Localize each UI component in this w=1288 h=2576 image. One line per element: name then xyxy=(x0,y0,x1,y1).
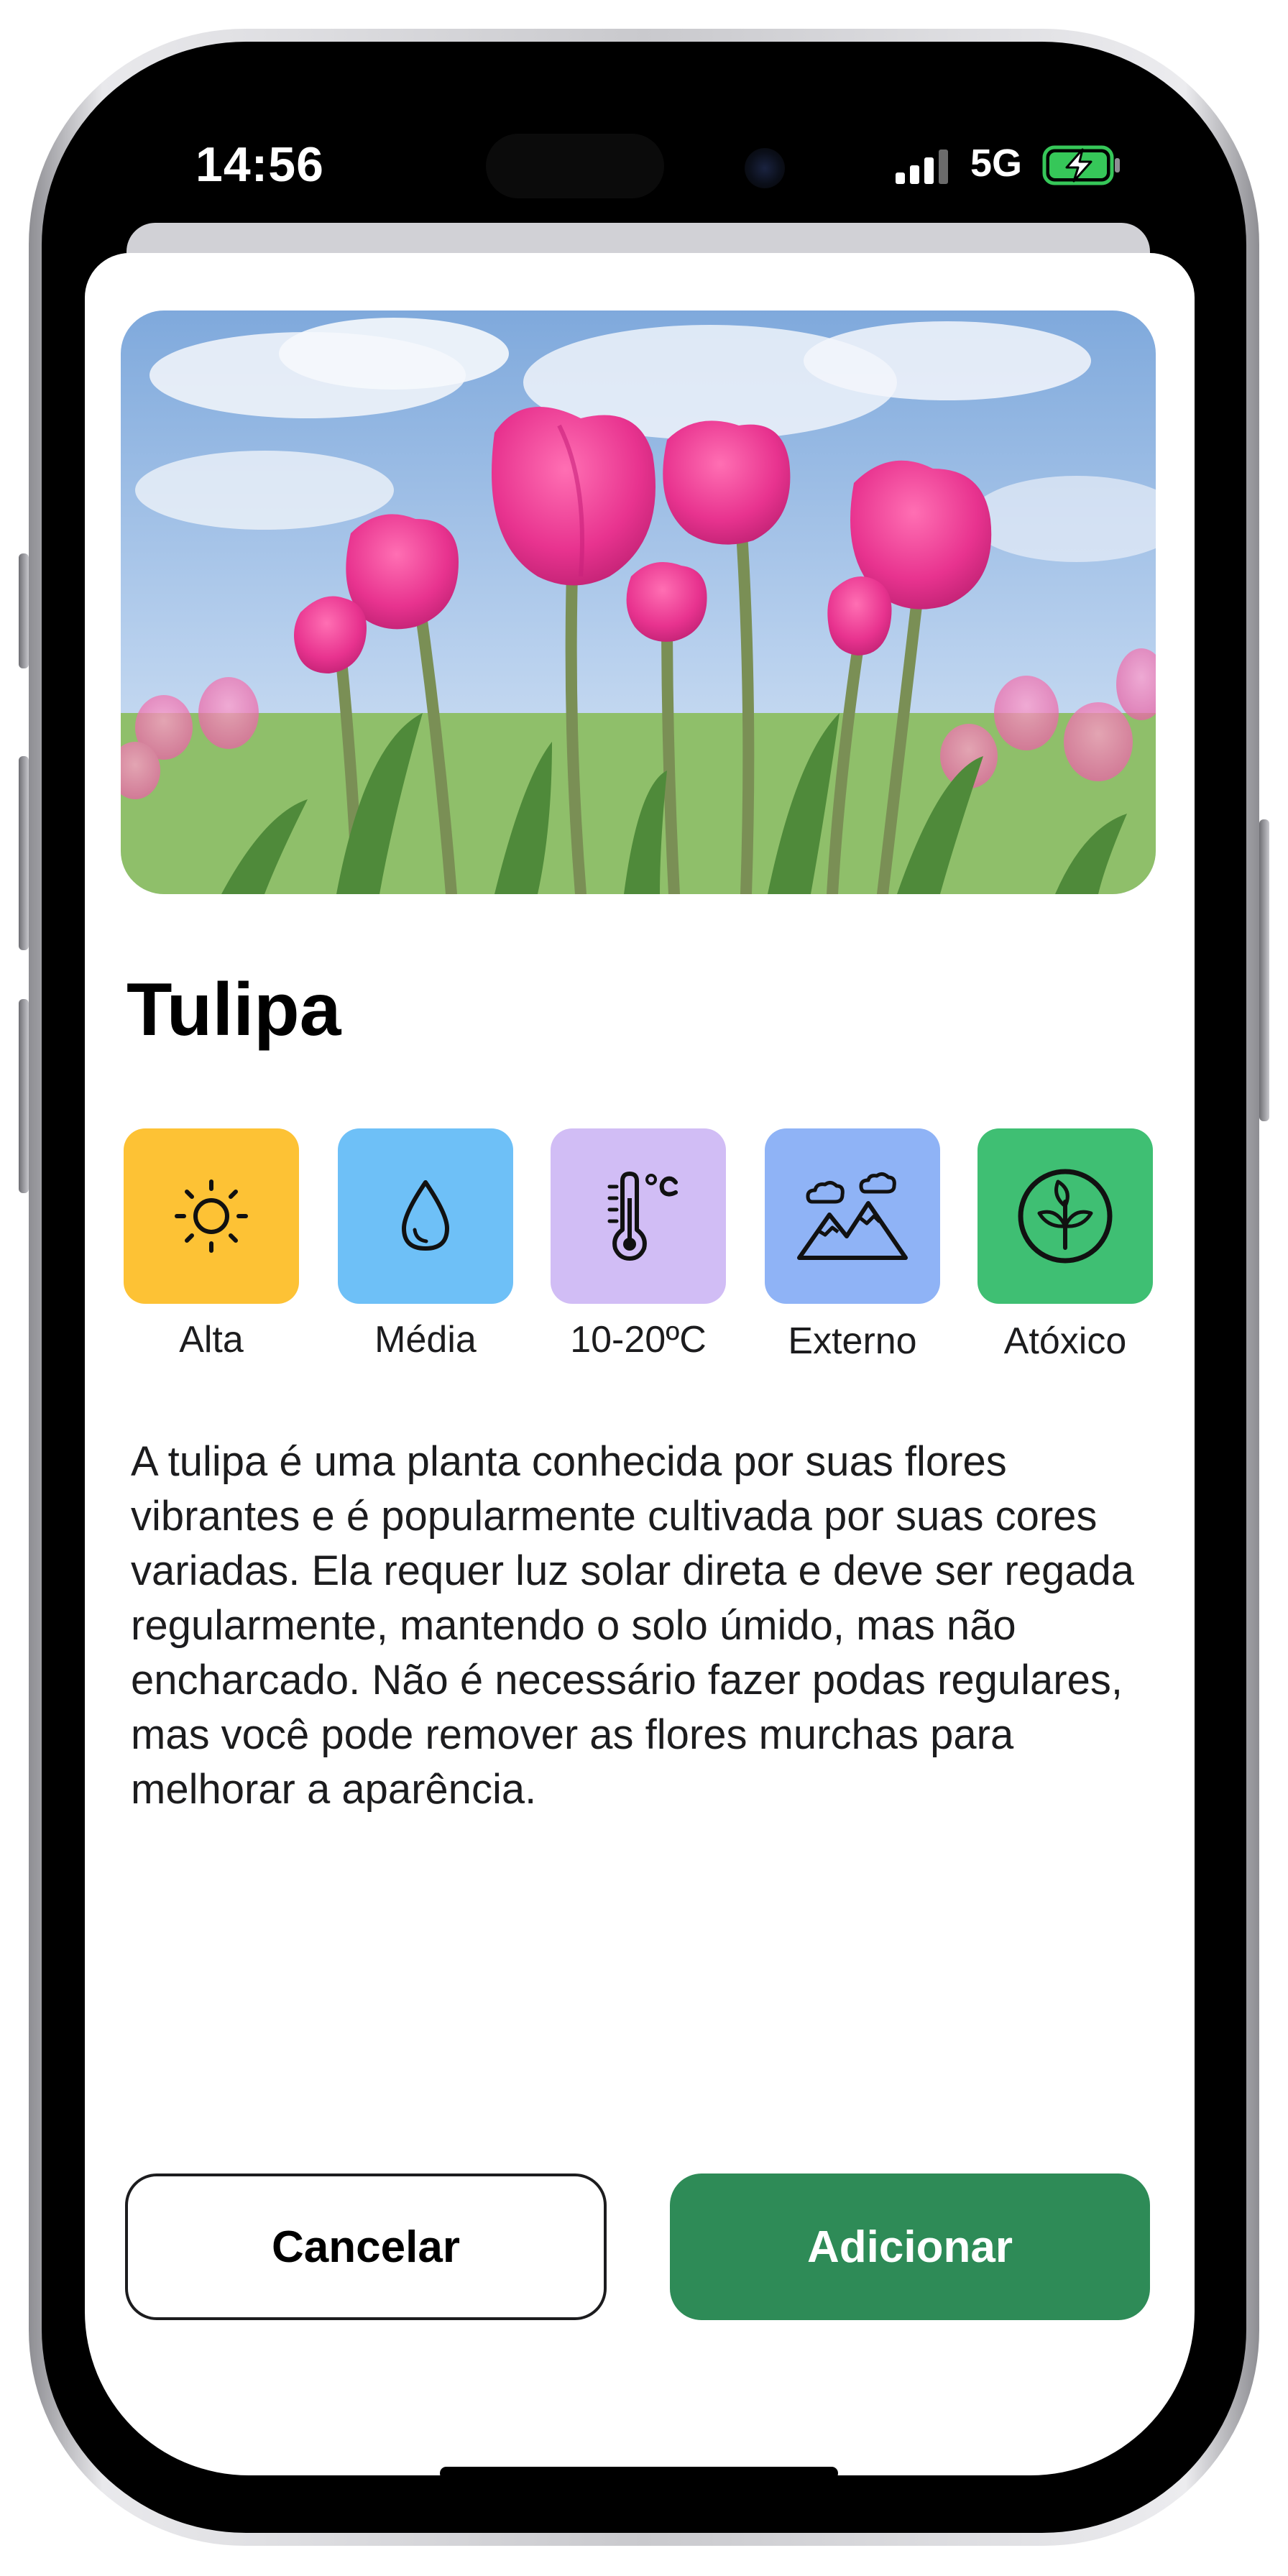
plant-name: Tulipa xyxy=(126,968,341,1052)
power-button xyxy=(1259,819,1269,1121)
sun-icon xyxy=(175,1179,248,1253)
home-indicator[interactable] xyxy=(440,2467,838,2480)
toxicity-tile xyxy=(978,1128,1153,1304)
status-time: 14:56 xyxy=(196,137,324,192)
plant-photo xyxy=(121,310,1156,894)
network-type: 5G xyxy=(970,142,1023,185)
cancel-button[interactable]: Cancelar xyxy=(125,2174,607,2320)
toxicity-label: Atóxico xyxy=(1003,1320,1127,1362)
volume-down-button xyxy=(19,999,29,1193)
water-drop-icon xyxy=(402,1180,449,1251)
leaf-icon xyxy=(1018,1169,1113,1264)
add-button[interactable]: Adicionar xyxy=(670,2174,1150,2320)
location-label: Externo xyxy=(788,1320,917,1362)
tulip-illustration xyxy=(121,310,1156,894)
battery-charging-icon xyxy=(1042,145,1120,185)
action-button xyxy=(19,553,29,668)
dynamic-island xyxy=(486,134,664,198)
temperature-label: 10-20ºC xyxy=(570,1319,707,1361)
light-label: Alta xyxy=(179,1319,244,1361)
location-tile xyxy=(765,1128,940,1304)
light-tile xyxy=(124,1128,299,1304)
mountain-cloud-icon xyxy=(797,1172,908,1260)
thermometer-icon xyxy=(607,1172,678,1261)
cellular-signal-icon xyxy=(896,150,948,184)
water-tile xyxy=(338,1128,513,1304)
volume-up-button xyxy=(19,756,29,950)
water-label: Média xyxy=(374,1319,477,1361)
temperature-tile xyxy=(551,1128,726,1304)
front-camera xyxy=(745,148,785,188)
plant-description: A tulipa é uma planta conhecida por suas… xyxy=(131,1438,1134,1813)
